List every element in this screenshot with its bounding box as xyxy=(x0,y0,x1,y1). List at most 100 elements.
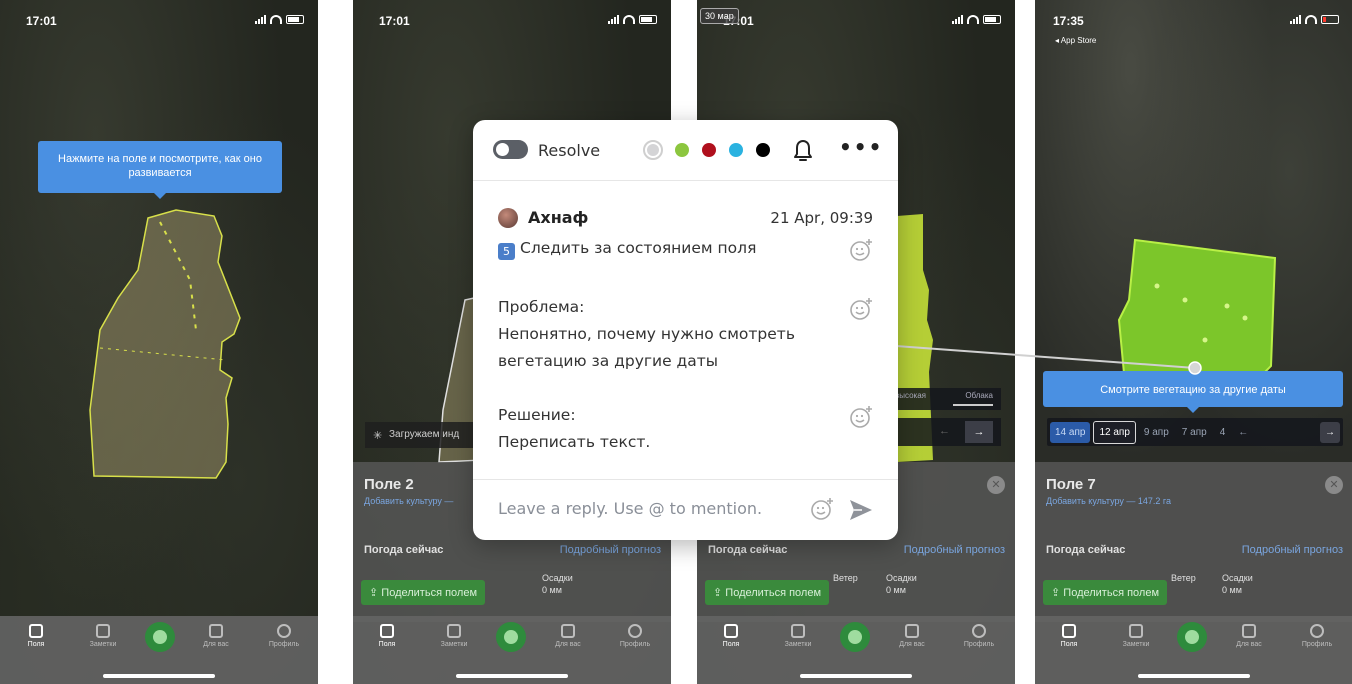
precip-info: Осадки 0 мм xyxy=(886,573,917,595)
hint-text: Смотрите вегетацию за другие даты xyxy=(1100,384,1286,396)
tab-bar: Поля Заметки Для вас Профиль xyxy=(353,616,671,684)
signal-icon xyxy=(1290,15,1301,24)
fields-icon xyxy=(29,624,43,638)
notes-icon xyxy=(1129,624,1143,638)
add-button[interactable] xyxy=(496,622,526,652)
share-field-button[interactable]: ⇪ Поделиться полем xyxy=(705,580,830,605)
loading-spinner-icon: ✳ xyxy=(373,430,383,442)
close-icon[interactable]: ✕ xyxy=(1325,476,1343,494)
color-swatch-black[interactable] xyxy=(756,143,770,157)
solution-label: Решение: xyxy=(498,406,576,424)
signal-icon xyxy=(255,15,266,24)
tab-notes[interactable]: Заметки xyxy=(1116,624,1156,648)
tab-fields[interactable]: Поля xyxy=(711,624,751,648)
field-title: Поле 2 xyxy=(364,476,414,493)
field-title: Поле 7 xyxy=(1046,476,1096,493)
forecast-link[interactable]: Подробный прогноз xyxy=(560,544,661,556)
tab-for-you[interactable]: Для вас xyxy=(196,624,236,648)
comment-date: 21 Apr, 09:39 xyxy=(770,209,873,227)
send-icon[interactable] xyxy=(848,497,874,523)
next-date-button[interactable]: → xyxy=(1320,421,1340,443)
tab-fields[interactable]: Поля xyxy=(16,624,56,648)
tab-for-you[interactable]: Для вас xyxy=(548,624,588,648)
tab-profile[interactable]: Профиль xyxy=(959,624,999,648)
loading-indicator: ✳ Загружаем инд xyxy=(365,422,485,448)
forecast-link[interactable]: Подробный прогноз xyxy=(1242,544,1343,556)
wind-info: Ветер xyxy=(833,573,858,583)
date-chip[interactable]: 14 апр xyxy=(1050,421,1091,443)
resolve-toggle[interactable] xyxy=(493,140,528,159)
add-button[interactable] xyxy=(840,622,870,652)
prev-date-icon[interactable]: ← xyxy=(1233,422,1253,443)
date-chip-selected[interactable]: 12 апр xyxy=(1093,420,1136,444)
tab-profile[interactable]: Профиль xyxy=(615,624,655,648)
tab-profile[interactable]: Профиль xyxy=(1297,624,1337,648)
loading-text: Загружаем инд xyxy=(389,429,460,440)
comment-popup: Resolve ••• Ахнаф 21 Apr, 09:39 5 Следить… xyxy=(473,120,898,540)
prev-date-icon[interactable]: ← xyxy=(939,425,950,437)
wind-info: Ветер xyxy=(1171,573,1196,583)
color-swatch-gray[interactable] xyxy=(643,140,663,160)
fields-icon xyxy=(724,624,738,638)
weather-label: Погода сейчас xyxy=(1046,544,1126,556)
date-bar-partial: ← → xyxy=(893,418,1001,446)
fields-icon xyxy=(1062,624,1076,638)
forecast-link[interactable]: Подробный прогноз xyxy=(904,544,1005,556)
phone-screen-1: Нажмите на поле и посмотрите, как оно ра… xyxy=(0,0,318,684)
tab-bar: Поля Заметки Для вас Профиль xyxy=(0,616,318,684)
add-reaction-icon[interactable] xyxy=(849,297,873,321)
next-date-button[interactable]: → xyxy=(965,421,993,443)
add-crop-link[interactable]: Добавить культуру — xyxy=(364,496,453,506)
problem-text-2: вегетацию за другие даты xyxy=(498,352,719,370)
share-field-button[interactable]: ⇪ Поделиться полем xyxy=(1043,580,1168,605)
bell-icon[interactable] xyxy=(790,137,816,165)
field-polygon[interactable] xyxy=(0,0,318,684)
precip-info: Осадки 0 мм xyxy=(1222,573,1253,595)
tab-notes[interactable]: Заметки xyxy=(778,624,818,648)
vegetation-spot xyxy=(1242,315,1248,321)
back-to-app-store[interactable]: ◂ App Store xyxy=(1055,36,1096,45)
date-chip[interactable]: 4 xyxy=(1215,422,1231,443)
add-reaction-icon[interactable] xyxy=(810,497,834,521)
weather-label: Погода сейчас xyxy=(364,544,444,556)
color-swatch-blue[interactable] xyxy=(729,143,743,157)
color-swatch-red[interactable] xyxy=(702,143,716,157)
date-chip[interactable]: 9 апр xyxy=(1139,422,1174,443)
tab-bar: Поля Заметки Для вас Профиль xyxy=(1035,616,1352,684)
profile-icon xyxy=(972,624,986,638)
share-field-button[interactable]: ⇪ Поделиться полем xyxy=(361,580,486,605)
hint-tooltip: Нажмите на поле и посмотрите, как оно ра… xyxy=(38,141,282,199)
share-icon: ⇪ xyxy=(369,587,382,599)
battery-icon xyxy=(1321,15,1339,24)
add-button[interactable] xyxy=(1177,622,1207,652)
ndvi-legend: высокая Облака xyxy=(893,388,1001,410)
tab-notes[interactable]: Заметки xyxy=(83,624,123,648)
date-chip[interactable]: 7 апр xyxy=(1177,422,1212,443)
signal-icon xyxy=(608,15,619,24)
vegetation-spot xyxy=(1224,303,1230,309)
add-button[interactable] xyxy=(145,622,175,652)
date-bar: 14 апр 12 апр 9 апр 7 апр 4 ← → xyxy=(1047,418,1343,446)
field-sheet: Поле 7 Добавить культуру — 147.2 га ✕ По… xyxy=(1035,462,1352,622)
add-reaction-icon[interactable] xyxy=(849,238,873,262)
tab-for-you[interactable]: Для вас xyxy=(892,624,932,648)
tab-notes[interactable]: Заметки xyxy=(434,624,474,648)
tab-for-you[interactable]: Для вас xyxy=(1229,624,1269,648)
reply-input[interactable]: Leave a reply. Use @ to mention. xyxy=(498,499,762,518)
share-icon: ⇪ xyxy=(1051,587,1064,599)
add-reaction-icon[interactable] xyxy=(849,405,873,429)
wifi-icon xyxy=(967,15,979,24)
reply-bar: Leave a reply. Use @ to mention. xyxy=(473,479,898,540)
close-icon[interactable]: ✕ xyxy=(987,476,1005,494)
status-bar: 17:01 xyxy=(0,12,318,32)
tab-profile[interactable]: Профиль xyxy=(264,624,304,648)
add-crop-link[interactable]: Добавить культуру — 147.2 га xyxy=(1046,496,1171,506)
color-swatch-green[interactable] xyxy=(675,143,689,157)
more-icon[interactable]: ••• xyxy=(839,135,883,159)
signal-icon xyxy=(952,15,963,24)
tab-fields[interactable]: Поля xyxy=(367,624,407,648)
tab-fields[interactable]: Поля xyxy=(1049,624,1089,648)
avatar xyxy=(498,208,518,228)
battery-icon xyxy=(286,15,304,24)
status-time: 17:01 xyxy=(26,14,57,28)
